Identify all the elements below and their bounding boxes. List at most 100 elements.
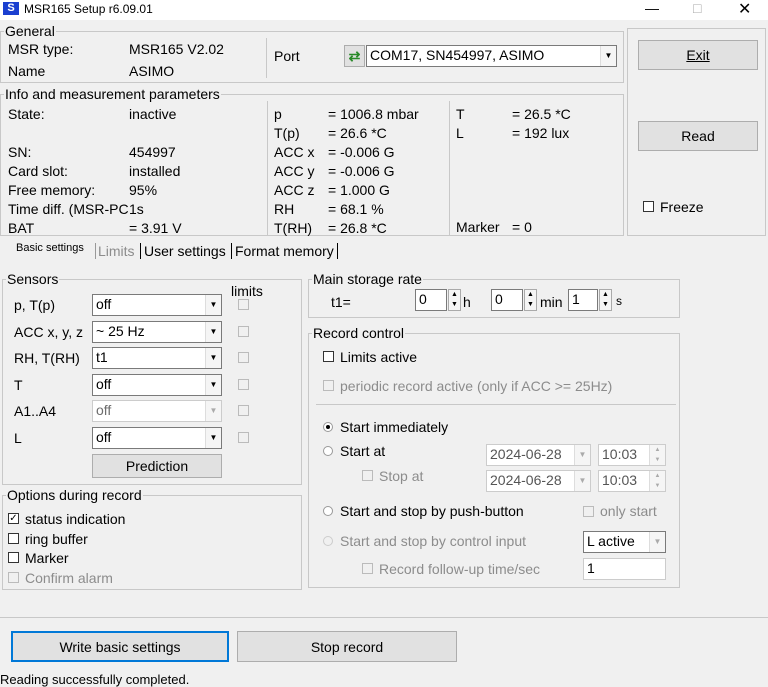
start-at-radio[interactable] — [323, 446, 333, 456]
sensor-select[interactable]: off ▼ — [92, 294, 222, 316]
only-start-checkbox[interactable] — [583, 506, 594, 517]
sensor-select[interactable]: off ▼ — [92, 427, 222, 449]
option-checkbox[interactable] — [8, 552, 19, 563]
hours-unit: h — [463, 294, 471, 310]
msr-type-label: MSR type: — [8, 41, 74, 57]
sensor-limit-checkbox[interactable] — [238, 352, 249, 364]
start-immediately-radio[interactable] — [323, 422, 333, 432]
sensor-limit-checkbox[interactable] — [238, 325, 249, 337]
stop-record-button[interactable]: Stop record — [237, 631, 457, 662]
maximize-icon[interactable]: □ — [693, 0, 701, 16]
sensor-label: p, T(p) — [14, 297, 55, 313]
port-label: Port — [274, 48, 300, 64]
measurement-label: T — [456, 106, 465, 122]
tab-format-memory[interactable]: Format memory — [231, 243, 338, 259]
marker-label: Marker — [456, 219, 500, 235]
limits-active-checkbox[interactable] — [323, 351, 334, 362]
seconds-spinner[interactable]: ▲ ▼ — [599, 289, 612, 311]
info-value: installed — [129, 163, 181, 179]
measurement-value: = 1006.8 mbar — [328, 106, 419, 122]
stop-time-input[interactable]: 10:03 ▲ ▼ — [598, 470, 666, 492]
periodic-record-checkbox[interactable] — [323, 380, 334, 391]
group-label: Main storage rate — [312, 271, 423, 287]
minutes-input[interactable]: 0 — [491, 289, 523, 311]
follow-up-input[interactable]: 1 — [583, 558, 666, 580]
option-checkbox[interactable] — [8, 532, 19, 544]
hours-input[interactable]: 0 — [415, 289, 447, 311]
follow-up-checkbox[interactable] — [362, 563, 373, 574]
sensor-select[interactable]: ~ 25 Hz ▼ — [92, 320, 222, 343]
measurement-label: ACC y — [274, 163, 315, 179]
chevron-down-icon: ▼ — [205, 374, 221, 395]
prediction-button[interactable]: Prediction — [92, 454, 222, 478]
window-title: MSR165 Setup r6.09.01 — [24, 2, 153, 16]
minimize-icon[interactable]: — — [645, 0, 659, 16]
limits-active-label: Limits active — [340, 349, 418, 365]
start-immediately-label: Start immediately — [340, 419, 449, 435]
info-value: = 3.91 V — [129, 220, 182, 236]
group-label: Record control — [312, 325, 406, 341]
sensor-value: ~ 25 Hz — [96, 322, 145, 339]
measurement-value: = 26.5 *C — [512, 106, 571, 122]
hours-spinner[interactable]: ▲ ▼ — [448, 289, 461, 311]
tab-user-settings[interactable]: User settings — [140, 243, 229, 259]
group-label: Info and measurement parameters — [4, 86, 221, 102]
sensor-limit-checkbox[interactable] — [238, 378, 249, 390]
stop-at-checkbox[interactable] — [362, 470, 373, 481]
stop-time-value: 10:03 — [602, 472, 638, 488]
sensor-select[interactable]: off ▼ — [92, 400, 222, 423]
measurement-value: = 68.1 % — [328, 201, 384, 217]
close-icon[interactable]: ✕ — [738, 0, 751, 19]
sensor-limit-checkbox[interactable] — [238, 432, 249, 443]
stop-date-picker[interactable]: 2024-06-28 ▼ — [486, 470, 591, 492]
info-label: Time diff. (MSR-PC — [8, 201, 129, 217]
sensor-limit-checkbox[interactable] — [238, 299, 249, 310]
freeze-checkbox[interactable] — [643, 201, 654, 212]
start-at-label: Start at — [340, 443, 386, 459]
chevron-down-icon: ▼ — [205, 428, 221, 448]
option-label: status indication — [25, 511, 126, 527]
divider — [267, 101, 268, 235]
minutes-spinner[interactable]: ▲ ▼ — [524, 289, 537, 311]
exit-button[interactable]: Exit — [638, 40, 758, 70]
control-input-radio[interactable] — [323, 536, 333, 546]
control-input-label: Start and stop by control input — [340, 533, 526, 549]
sensor-select[interactable]: off ▼ — [92, 373, 222, 396]
chevron-down-icon: ▼ — [574, 445, 590, 465]
periodic-record-label: periodic record active (only if ACC >= 2… — [340, 378, 613, 394]
option-label: ring buffer — [25, 530, 88, 547]
record-control-group: Record control Limits active periodic re… — [308, 325, 680, 588]
start-time-input[interactable]: 10:03 ▲ ▼ — [598, 444, 666, 466]
info-value: 1s — [129, 201, 144, 217]
refresh-port-button[interactable]: ⇄ — [344, 45, 365, 67]
control-input-select[interactable]: L active ▼ — [583, 531, 666, 553]
tab-basic-settings[interactable]: Basic settings — [16, 242, 84, 254]
option-label: Marker — [25, 550, 69, 566]
general-group: General MSR type: MSR165 V2.02 Name ASIM… — [0, 23, 624, 83]
tab-limits[interactable]: Limits — [95, 243, 137, 259]
chevron-down-icon: ▼ — [205, 348, 221, 369]
info-label: BAT — [8, 220, 35, 236]
start-date-picker[interactable]: 2024-06-28 ▼ — [486, 444, 591, 466]
measurement-label: ACC x — [274, 144, 315, 160]
stop-date-value: 2024-06-28 — [490, 472, 562, 488]
push-button-radio[interactable] — [323, 506, 333, 516]
main-storage-rate-group: Main storage rate t1= 0 ▲ ▼ h 0 ▲ ▼ min 1 … — [308, 271, 680, 318]
start-time-value: 10:03 — [602, 446, 638, 462]
sensor-limit-checkbox[interactable] — [238, 405, 249, 417]
measurement-value: = 1.000 G — [328, 182, 390, 198]
option-checkbox[interactable]: ✓ — [8, 513, 19, 524]
sensor-label: A1..A4 — [14, 403, 57, 420]
spinner-icon: ▲ ▼ — [649, 445, 665, 465]
name-label: Name — [8, 63, 46, 79]
sensor-label: ACC x, y, z — [14, 323, 83, 340]
port-select[interactable]: COM17, SN454997, ASIMO ▼ — [366, 45, 617, 67]
read-button[interactable]: Read — [638, 121, 758, 151]
option-checkbox[interactable] — [8, 571, 19, 583]
info-label: SN: — [8, 144, 32, 160]
measurement-label: ACC z — [274, 182, 315, 198]
seconds-input[interactable]: 1 — [568, 289, 598, 311]
write-basic-settings-button[interactable]: Write basic settings — [11, 631, 229, 662]
options-group: Options during record ✓ status indicatio… — [2, 487, 302, 590]
sensor-select[interactable]: t1 ▼ — [92, 347, 222, 370]
